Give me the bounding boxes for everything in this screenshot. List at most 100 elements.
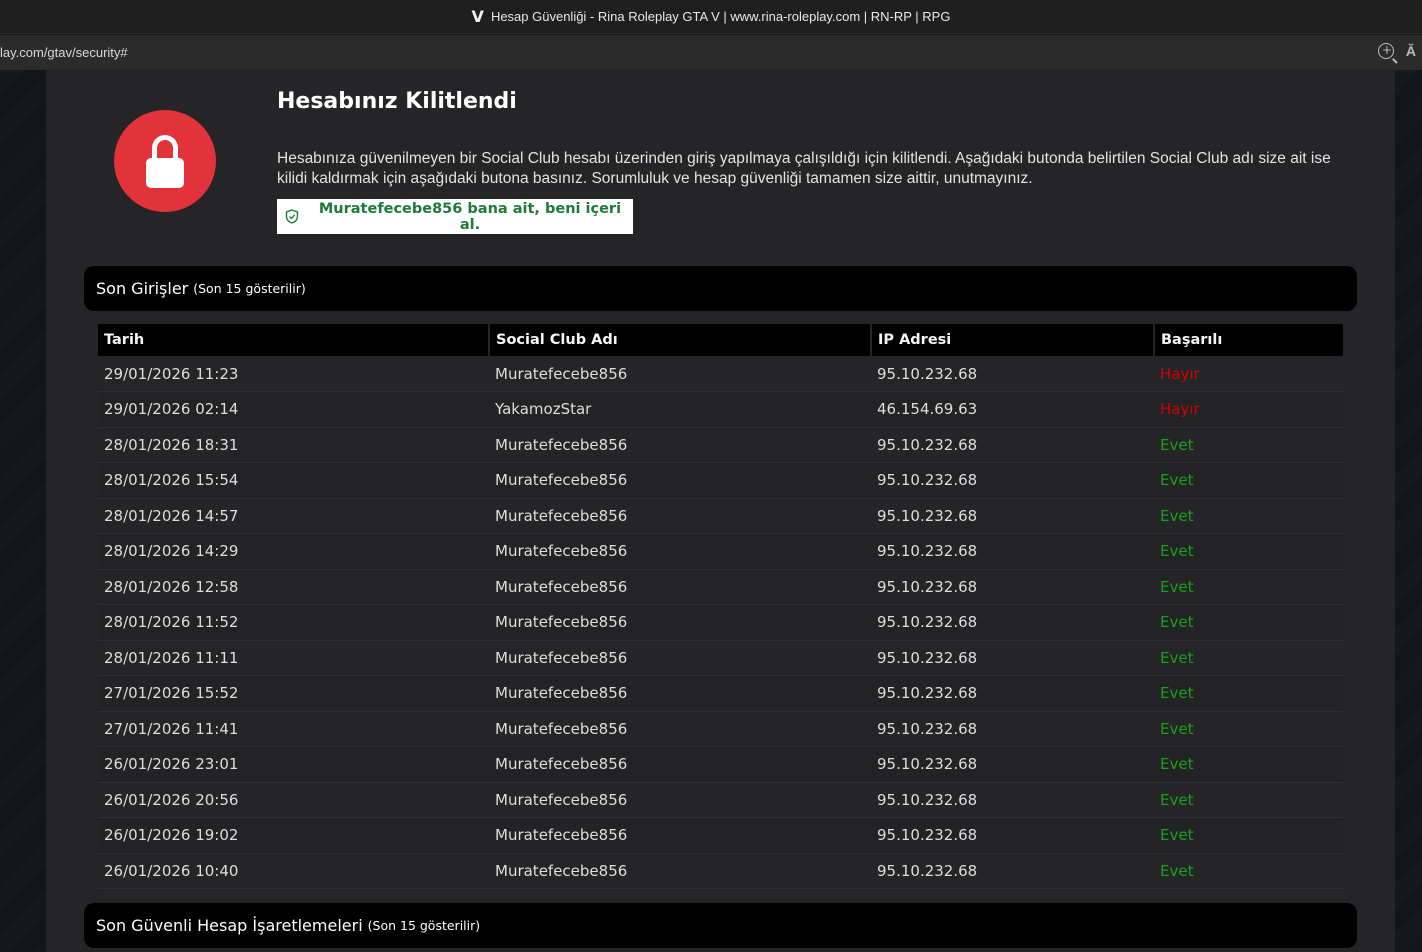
column-header: Social Club Adı [489, 324, 872, 356]
table-row: 26/01/2026 20:56 Muratefecebe856 95.10.232… [98, 782, 1343, 818]
login-date: 26/01/2026 23:01 [98, 746, 489, 783]
social-club-name: YakamozStar [489, 391, 871, 428]
social-club-name: Muratefecebe856 [489, 782, 871, 818]
ip-address: 95.10.232.68 [871, 498, 1154, 534]
social-club-name: Muratefecebe856 [489, 356, 871, 392]
ip-address: 95.10.232.68 [871, 675, 1154, 712]
login-date: 28/01/2026 15:54 [98, 462, 489, 499]
login-date: 28/01/2026 11:11 [98, 640, 489, 676]
lock-icon [114, 110, 216, 212]
login-date: 28/01/2026 14:29 [98, 533, 489, 570]
site-logo-icon: V [471, 7, 484, 26]
table-row: 28/01/2026 11:11 Muratefecebe856 95.10.232… [98, 640, 1343, 676]
login-date: 26/01/2026 19:02 [98, 817, 489, 854]
login-date: 29/01/2026 02:14 [98, 391, 489, 428]
shield-check-icon [285, 209, 299, 224]
social-club-name: Muratefecebe856 [489, 711, 871, 747]
social-club-name: Muratefecebe856 [489, 498, 871, 534]
login-date: 27/01/2026 15:52 [98, 675, 489, 712]
login-status: Hayır [1154, 391, 1343, 428]
trusted-marks-subtitle: (Son 15 gösterilir) [367, 918, 481, 933]
column-header: Başarılı [1154, 324, 1343, 356]
column-header: Tarih [98, 324, 490, 356]
recent-logins-header: Son Girişler (Son 15 gösterilir) [84, 266, 1357, 311]
login-status: Evet [1154, 711, 1343, 747]
login-status: Evet [1154, 427, 1343, 463]
login-date: 29/01/2026 11:23 [98, 356, 489, 392]
table-row: 26/01/2026 23:01 Muratefecebe856 95.10.232… [98, 746, 1343, 783]
login-date: 27/01/2026 11:41 [98, 711, 489, 747]
ip-address: 95.10.232.68 [871, 746, 1154, 783]
login-date: 28/01/2026 14:57 [98, 498, 489, 534]
trusted-marks-title: Son Güvenli Hesap İşaretlemeleri [96, 916, 363, 935]
social-club-name: Muratefecebe856 [489, 675, 871, 712]
table-row: 28/01/2026 18:31 Muratefecebe856 95.10.232… [98, 427, 1343, 463]
lock-description: Hesabınıza güvenilmeyen bir Social Club … [277, 150, 1331, 187]
login-date: 26/01/2026 10:40 [98, 853, 489, 889]
login-status: Evet [1154, 817, 1343, 854]
login-status: Evet [1154, 569, 1343, 605]
claim-account-label: Muratefecebe856 bana ait, beni içeri al. [318, 200, 622, 233]
login-status: Evet [1154, 640, 1343, 676]
login-date: 28/01/2026 11:52 [98, 604, 489, 641]
window-title: Hesap Güvenliği - Rina Roleplay GTA V | … [490, 9, 951, 24]
ip-address: 95.10.232.68 [871, 711, 1154, 747]
social-club-name: Muratefecebe856 [489, 604, 871, 641]
zoom-icon[interactable]: + [1377, 43, 1394, 59]
browser-title-bar: V Hesap Güvenliği - Rina Roleplay GTA V … [0, 0, 1422, 34]
login-status: Evet [1154, 604, 1343, 641]
login-status: Hayır [1154, 356, 1343, 392]
login-status: Evet [1154, 782, 1343, 818]
background-pattern-left [0, 70, 46, 952]
recent-logins-title: Son Girişler [96, 279, 189, 298]
ip-address: 95.10.232.68 [871, 853, 1154, 889]
read-aloud-icon[interactable]: Ă [1406, 43, 1416, 59]
page-title: Hesabınız Kilitlendi [277, 89, 517, 114]
background-pattern-right [1395, 70, 1422, 952]
login-status: Evet [1154, 746, 1343, 783]
table-row: 27/01/2026 11:41 Muratefecebe856 95.10.232… [98, 711, 1343, 747]
ip-address: 95.10.232.68 [871, 533, 1154, 570]
table-row: 29/01/2026 02:14 YakamozStar 46.154.69.63 H… [98, 391, 1343, 428]
table-row: 28/01/2026 14:29 Muratefecebe856 95.10.232… [98, 533, 1343, 570]
social-club-name: Muratefecebe856 [489, 853, 871, 889]
page-viewport: Hesabınız Kilitlendi Hesabınıza güvenilm… [0, 70, 1422, 952]
social-club-name: Muratefecebe856 [489, 817, 871, 854]
table-row: 28/01/2026 15:54 Muratefecebe856 95.10.232… [98, 462, 1343, 499]
table-row: 26/01/2026 19:02 Muratefecebe856 95.10.232… [98, 817, 1343, 854]
table-row: 28/01/2026 11:52 Muratefecebe856 95.10.232… [98, 604, 1343, 641]
ip-address: 95.10.232.68 [871, 817, 1154, 854]
claim-account-button[interactable]: Muratefecebe856 bana ait, beni içeri al. [277, 199, 633, 234]
login-date: 26/01/2026 20:56 [98, 782, 489, 818]
table-row: 28/01/2026 12:58 Muratefecebe856 95.10.232… [98, 569, 1343, 605]
social-club-name: Muratefecebe856 [489, 746, 871, 783]
ip-address: 95.10.232.68 [871, 356, 1154, 392]
ip-address: 95.10.232.68 [871, 640, 1154, 676]
ip-address: 95.10.232.68 [871, 782, 1154, 818]
address-bar[interactable]: lay.com/gtav/security# + Ă [0, 35, 1422, 70]
social-club-name: Muratefecebe856 [489, 640, 871, 676]
table-row: 26/01/2026 10:40 Muratefecebe856 95.10.232… [98, 853, 1343, 889]
social-club-name: Muratefecebe856 [489, 569, 871, 605]
table-row: 29/01/2026 11:23 Muratefecebe856 95.10.232… [98, 356, 1343, 392]
login-status: Evet [1154, 675, 1343, 712]
login-status: Evet [1154, 462, 1343, 499]
table-row: 27/01/2026 15:52 Muratefecebe856 95.10.232… [98, 675, 1343, 712]
social-club-name: Muratefecebe856 [489, 427, 871, 463]
ip-address: 95.10.232.68 [871, 462, 1154, 499]
login-date: 28/01/2026 18:31 [98, 427, 489, 463]
security-page: Hesabınız Kilitlendi Hesabınıza güvenilm… [46, 70, 1395, 952]
recent-logins-table: Tarih Social Club Adı IP Adresi Başarılı 29… [98, 324, 1343, 889]
ip-address: 95.10.232.68 [871, 604, 1154, 641]
ip-address: 95.10.232.68 [871, 569, 1154, 605]
column-header: IP Adresi [871, 324, 1155, 356]
login-status: Evet [1154, 533, 1343, 570]
ip-address: 46.154.69.63 [871, 391, 1154, 428]
login-status: Evet [1154, 498, 1343, 534]
social-club-name: Muratefecebe856 [489, 533, 871, 570]
login-date: 28/01/2026 12:58 [98, 569, 489, 605]
login-status: Evet [1154, 853, 1343, 889]
url-text[interactable]: lay.com/gtav/security# [0, 45, 128, 60]
trusted-marks-header: Son Güvenli Hesap İşaretlemeleri (Son 15… [84, 903, 1357, 948]
ip-address: 95.10.232.68 [871, 427, 1154, 463]
